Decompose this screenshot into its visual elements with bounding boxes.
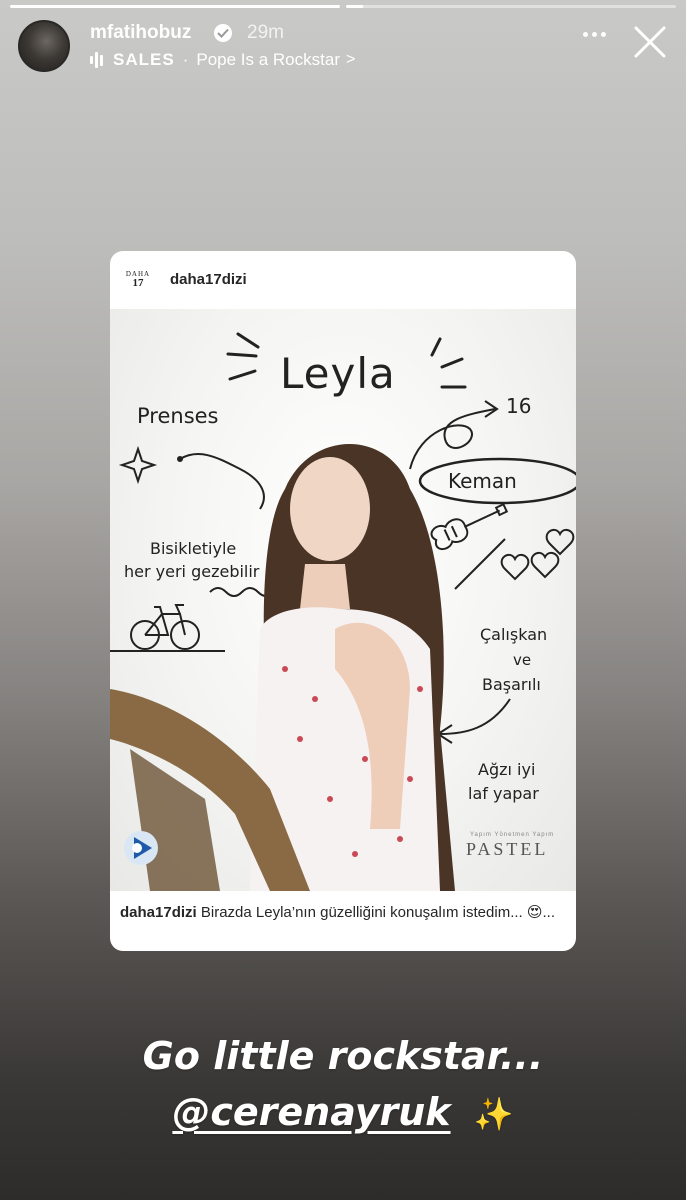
post-time: 29m [247, 22, 284, 43]
caption-text: Birazda Leyla’nın güzelliğini konuşalım … [200, 904, 556, 921]
music-separator: · [182, 50, 189, 69]
laf-label: laf yapar [468, 784, 539, 803]
leyla-title: Leyla [280, 349, 396, 398]
music-label: SALES [113, 50, 175, 69]
card-username[interactable]: daha17dizi [170, 271, 247, 288]
studio-credit: Yapım Yönetmen Yapım [470, 832, 555, 838]
shared-post-card[interactable]: DAHA 17 daha17dizi Leyla Prenses 16 Kema… [110, 251, 576, 951]
story-progress [10, 5, 676, 8]
prenses-label: Prenses [137, 404, 219, 428]
post-image[interactable]: Leyla Prenses 16 Keman Bisikletiyle her … [110, 309, 576, 891]
verified-badge-icon [214, 24, 232, 42]
story-caption: Go little rockstar... @cerenayruk ✨ [0, 1028, 686, 1142]
avatar[interactable] [18, 20, 70, 72]
bisiklet-label-line1: Bisikletiyle [150, 539, 237, 558]
basarili-label: Başarılı [482, 675, 541, 694]
sparkle-doodle [118, 445, 158, 485]
account-logo[interactable]: DAHA 17 [125, 267, 151, 293]
story-header: mfatihobuz 29m SALES · Pope Is a Rocksta… [18, 18, 668, 78]
chevron-right-icon: > [345, 51, 356, 68]
bisiklet-label-line2: her yeri gezebilir [124, 562, 260, 581]
age-label: 16 [506, 394, 532, 418]
studio-logo: PASTEL [466, 839, 549, 859]
bicycle-doodle [130, 604, 200, 650]
music-song: Pope Is a Rockstar [196, 50, 340, 69]
violin-doodle [430, 502, 509, 551]
username[interactable]: mfatihobuz [90, 22, 191, 44]
music-bars-icon [90, 52, 103, 68]
keman-label: Keman [448, 469, 517, 493]
close-icon[interactable] [632, 24, 668, 60]
hearts-doodle [500, 528, 575, 581]
sparkles-emoji: ✨ [473, 1095, 514, 1133]
story-text-line1: Go little rockstar... [142, 1034, 544, 1078]
caption-username[interactable]: daha17dizi [120, 904, 197, 921]
more-options-icon[interactable] [583, 32, 606, 37]
channel-logo-icon [124, 831, 158, 865]
caliskan-label: Çalışkan [480, 625, 548, 644]
music-attribution[interactable]: SALES · Pope Is a Rockstar > [90, 50, 355, 70]
card-header: DAHA 17 daha17dizi [110, 251, 576, 309]
ve-label: ve [513, 651, 532, 669]
progress-segment [10, 5, 340, 8]
mention-link[interactable]: @cerenayruk [172, 1090, 450, 1134]
progress-segment [346, 5, 676, 8]
agzi-label: Ağzı iyi [478, 760, 536, 779]
post-caption[interactable]: daha17dizi Birazda Leyla’nın güzelliğini… [120, 902, 566, 924]
